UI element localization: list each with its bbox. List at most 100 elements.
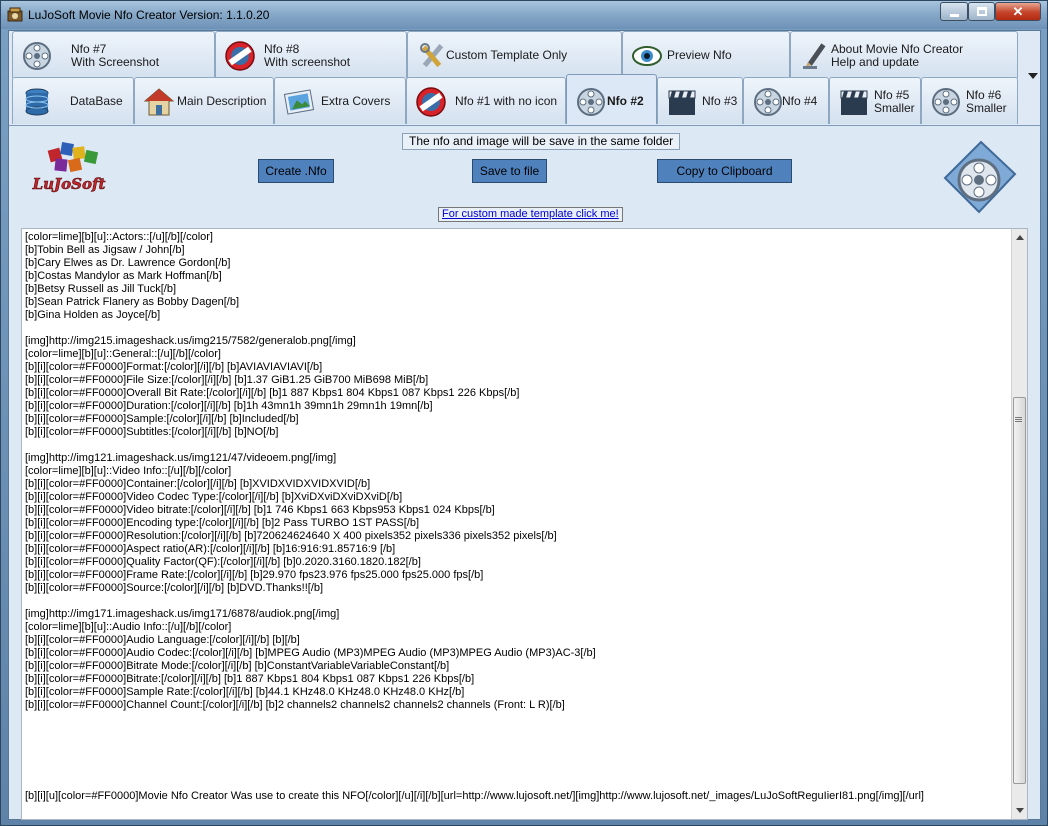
tab-nfo-5[interactable]: Nfo #5 Smaller [829,77,921,124]
nfo-text: [color=lime][b][u]::Actors::[/u][/b][/co… [25,231,1010,803]
clapperboard-icon [840,90,868,115]
nfo-line: [b][i][color=#FF0000]Encoding type:[/col… [25,517,420,529]
film-reel-icon [943,140,1017,214]
nfo-line: [b][i][color=#FF0000]File Size:[/color][… [25,374,429,386]
create-nfo-button[interactable]: Create .Nfo [258,159,334,183]
film-reel-icon [932,88,960,116]
client-area: Nfo #7 With Screenshot Nfo #8 With screens… [8,30,1041,820]
tab-sublabel: Smaller [966,100,1007,115]
nfo-line: [b]Cary Elwes as Dr. Lawrence Gordon[/b] [25,257,231,269]
film-reel-icon [754,88,782,116]
tab-nfo-4[interactable]: Nfo #4 [743,77,829,124]
tab-sublabel: Help and update [831,54,920,69]
eye-icon [632,46,662,66]
tab-label: Nfo #1 with no icon [455,94,558,108]
minimize-button[interactable] [940,2,968,21]
tab-label: Nfo #5 [874,87,910,102]
nfo-line: [b]Tobin Bell as Jigsaw / John[/b] [25,244,185,256]
tab-label: Extra Covers [321,94,391,108]
nfo-line: [b]Gina Holden as Joyce[/b] [25,309,161,321]
nfo-line: [b][i][color=#FF0000]Resolution:[/color]… [25,530,557,542]
tab-label: Main Description [177,94,267,108]
tab-label: Preview Nfo [667,48,732,62]
close-icon: ✕ [1012,4,1024,19]
nfo-line [25,322,1010,335]
nfo-line: [b]Costas Mandylor as Mark Hoffman[/b] [25,270,222,282]
tab-label: Nfo #4 [782,94,818,108]
tab-main-description[interactable]: Main Description [134,77,274,124]
tab-nfo-3[interactable]: Nfo #3 [657,77,743,124]
tab-nfo-1[interactable]: Nfo #1 with no icon [406,77,566,124]
tab-sublabel: With screenshot [264,54,351,69]
nfo-line [25,712,1010,725]
nfo-line [25,595,1010,608]
tools-icon [420,43,444,68]
window-title: LuJoSoft Movie Nfo Creator Version: 1.1.… [28,8,270,22]
clapperboard-icon [668,90,696,115]
tab-nfo-7[interactable]: Nfo #7 With Screenshot [12,31,215,78]
tab-about[interactable]: About Movie Nfo Creator Help and update [790,31,1018,78]
tab-label: Custom Template Only [446,48,568,62]
tab-sublabel: Smaller [874,100,915,115]
nfo-line: [b]Betsy Russell as Jill Tuck[/b] [25,283,176,295]
nfo-line [25,725,1010,738]
film-reel-icon [23,42,51,70]
copy-to-clipboard-button[interactable]: Copy to Clipboard [657,159,792,183]
tab-nfo-6[interactable]: Nfo #6 Smaller [921,77,1018,124]
house-icon [143,88,175,116]
nfo-line: [color=lime][b][u]::Video Info::[/u][/b]… [25,465,232,477]
nfo-line: [b][i][color=#FF0000]Format:[/color][/i]… [25,361,323,373]
tab-label: DataBase [70,94,123,108]
tab-custom-template[interactable]: Custom Template Only [407,31,622,78]
maximize-icon [977,7,987,16]
close-button[interactable]: ✕ [995,2,1041,21]
custom-template-link[interactable]: For custom made template click me! [438,207,623,222]
maximize-button[interactable] [968,2,995,21]
title-bar[interactable]: LuJoSoft Movie Nfo Creator Version: 1.1.… [1,1,1047,29]
nfo-line: [b][i][color=#FF0000]Sample Rate:[/color… [25,686,465,698]
tab-label: Nfo #8 [264,41,300,56]
nfo-line: [color=lime][b][u]::Actors::[/u][/b][/co… [25,231,213,243]
tab-nfo-8[interactable]: Nfo #8 With screenshot [215,31,407,78]
scroll-down-arrow[interactable] [1016,808,1024,813]
nfo-line: [b][i][color=#FF0000]Bitrate:[/color][/i… [25,673,475,685]
tab-preview-nfo[interactable]: Preview Nfo [622,31,790,78]
nfo-line: [b][i][color=#FF0000]Video Codec Type:[/… [25,491,403,503]
tab-database[interactable]: DataBase [12,77,134,124]
nfo-line [25,764,1010,777]
nfo-line: [color=lime][b][u]::Audio Info::[/u][/b]… [25,621,232,633]
nfo-line: [b][i][color=#FF0000]Aspect ratio(AR):[/… [25,543,396,555]
tab-label: Nfo #2 [607,94,644,108]
nfo-line: [b][i][color=#FF0000]Sample:[/color][/i]… [25,413,299,425]
tab-nfo-2[interactable]: Nfo #2 [566,74,657,124]
nfo-line: [b][i][color=#FF0000]Subtitles:[/color][… [25,426,279,438]
save-to-file-button[interactable]: Save to file [472,159,547,183]
nfo-line: [b][i][color=#FF0000]Frame Rate:[/color]… [25,569,484,581]
nfo-line: [img]http://img215.imageshack.us/img215/… [25,335,356,347]
nfo-2-panel: LuJoSoft The nfo and image will be save … [9,125,1040,820]
picture-icon [283,89,315,115]
tab-label: Nfo #7 [71,41,107,56]
tab-extra-covers[interactable]: Extra Covers [274,77,406,124]
nfo-line [25,751,1010,764]
nfo-output-textarea[interactable]: [color=lime][b][u]::Actors::[/u][/b][/co… [21,228,1028,820]
nfo-line: [b][i][color=#FF0000]Overall Bit Rate:[/… [25,387,520,399]
minimize-icon [950,14,959,17]
pen-icon [803,43,826,69]
nfo-line: [img]http://img121.imageshack.us/img121/… [25,452,337,464]
nfo-line [25,738,1010,751]
nfo-line: [b][i][color=#FF0000]Audio Codec:[/color… [25,647,596,659]
chevron-down-icon[interactable] [1028,73,1038,79]
database-icon [25,88,49,116]
nfo-line: [b][i][color=#FF0000]Bitrate Mode:[/colo… [25,660,450,672]
tab-label: About Movie Nfo Creator [831,41,964,56]
logo-wordmark: LuJoSoft [32,175,106,193]
save-location-note: The nfo and image will be save in the sa… [402,133,681,150]
scroll-up-arrow[interactable] [1016,235,1024,240]
scroll-grip-icon [1015,417,1022,418]
scroll-thumb[interactable] [1013,397,1026,784]
nfo-line: [b][i][color=#FF0000]Duration:[/color][/… [25,400,433,412]
film-reel-icon [577,88,605,116]
vertical-scrollbar[interactable] [1011,229,1027,819]
nfo-line: [b][i][color=#FF0000]Source:[/color][/i]… [25,582,324,594]
